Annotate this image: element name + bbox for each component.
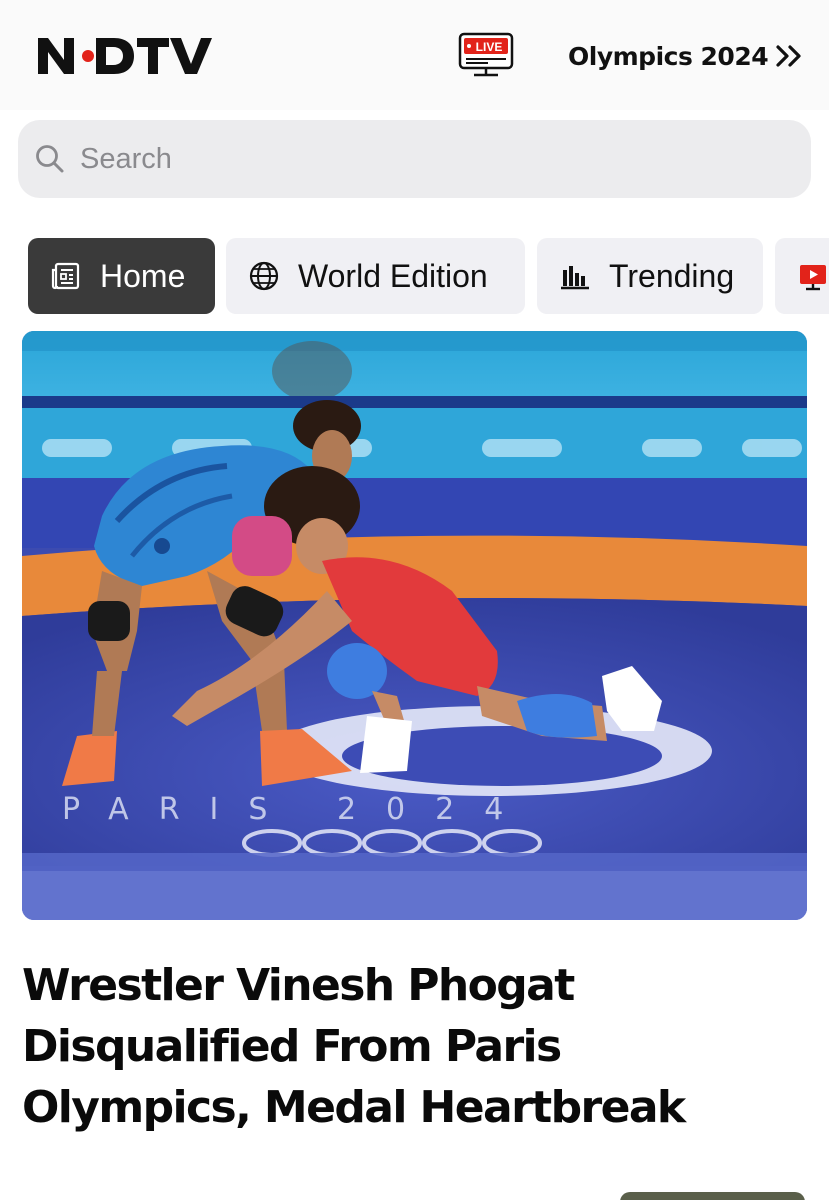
live-tv-button[interactable]: LIVE (458, 32, 514, 78)
ndtv-logo[interactable] (38, 36, 228, 76)
mat-text: PARIS 2024 (62, 792, 533, 827)
live-label: LIVE (476, 40, 503, 54)
next-article-thumbnail[interactable] (620, 1192, 805, 1200)
tab-video[interactable] (775, 238, 829, 314)
tab-home-label: Home (100, 257, 186, 294)
top-header: LIVE Olympics 2024 (0, 0, 829, 110)
bar-chart-icon (561, 266, 589, 290)
video-play-icon (800, 265, 826, 291)
wrestling-match-photo: PARIS 2024 (22, 331, 807, 920)
search-bar[interactable] (18, 120, 811, 198)
search-input[interactable] (80, 142, 760, 176)
olympics-2024-link[interactable]: Olympics 2024 (568, 40, 804, 72)
olympics-link-label: Olympics 2024 (568, 41, 769, 71)
newspaper-icon (51, 262, 80, 290)
tab-world-edition[interactable]: World Edition (226, 238, 525, 314)
tab-trending-label: Trending (609, 257, 735, 294)
tv-live-icon: LIVE (458, 32, 514, 77)
tab-home[interactable]: Home (28, 238, 215, 314)
category-tabs: Home World Edition Trending (28, 238, 829, 314)
double-chevron-right-icon (776, 45, 801, 67)
tab-world-edition-label: World Edition (298, 257, 488, 294)
hero-image[interactable]: PARIS 2024 (22, 331, 807, 920)
globe-icon (249, 261, 279, 291)
search-icon (36, 145, 64, 173)
article-headline[interactable]: Wrestler Vinesh Phogat Disqualified From… (22, 955, 802, 1138)
tab-trending[interactable]: Trending (537, 238, 763, 314)
